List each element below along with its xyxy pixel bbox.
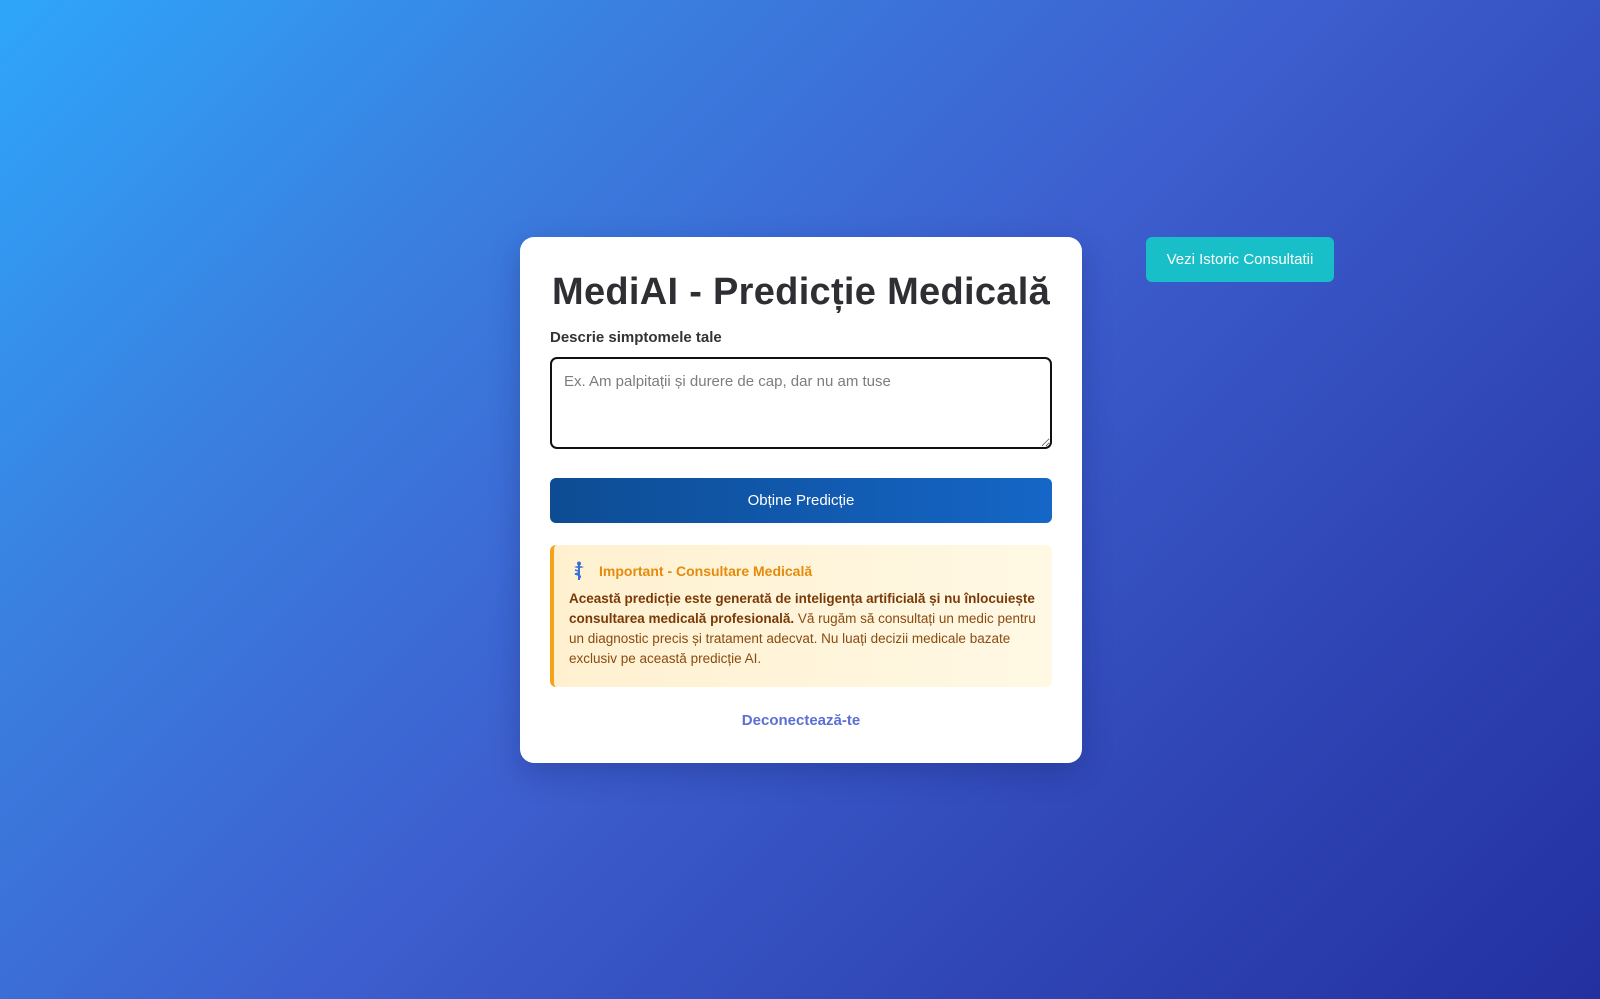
disclaimer-header: Important - Consultare Medicală (569, 559, 1036, 583)
view-history-button[interactable]: Vezi Istoric Consultatii (1146, 237, 1334, 282)
prediction-card: MediAI - Predicție Medicală Descrie simp… (520, 237, 1082, 763)
logout-link[interactable]: Deconectează-te (520, 712, 1082, 729)
symptoms-textarea[interactable] (550, 357, 1052, 449)
medical-disclaimer: Important - Consultare Medicală Această … (550, 545, 1052, 687)
get-prediction-button[interactable]: Obține Predicție (550, 478, 1052, 523)
caduceus-icon (569, 561, 589, 581)
disclaimer-text: Această predicție este generată de intel… (569, 589, 1036, 669)
symptoms-label: Descrie simptomele tale (550, 329, 722, 346)
disclaimer-title: Important - Consultare Medicală (599, 563, 813, 579)
page-title: MediAI - Predicție Medicală (551, 271, 1051, 313)
